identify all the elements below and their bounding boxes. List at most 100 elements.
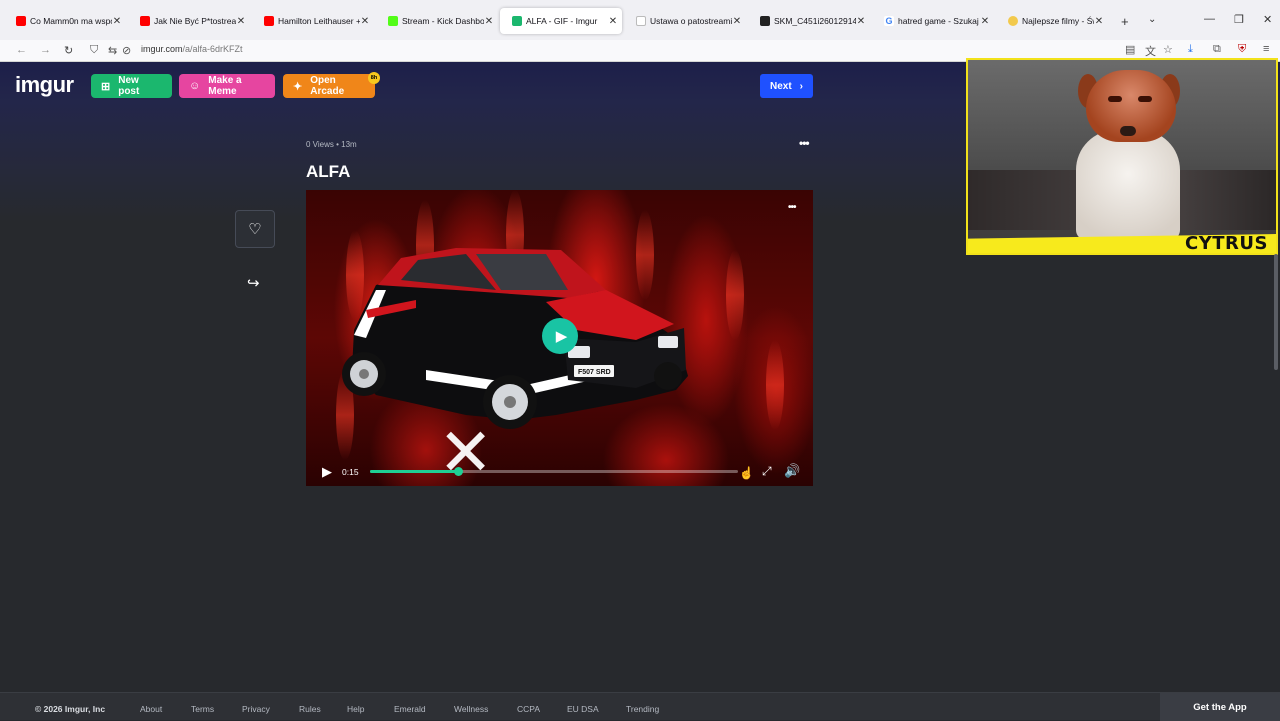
play-icon[interactable]: ▶ bbox=[322, 464, 332, 480]
close-tab-icon[interactable]: ✕ bbox=[856, 16, 866, 27]
footer-link-privacy[interactable]: Privacy bbox=[242, 704, 270, 714]
progress-handle[interactable] bbox=[454, 467, 464, 476]
next-label: Next bbox=[769, 80, 792, 92]
post-options-icon[interactable]: ••• bbox=[799, 136, 810, 150]
progress-bar[interactable] bbox=[370, 467, 738, 476]
browser-tab[interactable]: G hatred game - Szukaj w ✕ bbox=[872, 8, 994, 34]
download-icon[interactable]: ⤓ bbox=[1188, 43, 1193, 56]
tab-title: Ustawa o patostreaming bbox=[650, 16, 732, 26]
browser-tab[interactable]: Najlepsze filmy - Świat ✕ bbox=[996, 8, 1108, 34]
close-tab-icon[interactable]: ✕ bbox=[236, 16, 246, 27]
make-meme-label: Make a Meme bbox=[208, 75, 242, 97]
page-scrollbar[interactable] bbox=[1274, 254, 1278, 370]
footer-link-rules[interactable]: Rules bbox=[299, 704, 321, 714]
imgur-icon bbox=[512, 16, 522, 26]
menu-icon[interactable]: ≡ bbox=[1263, 43, 1269, 55]
close-tab-icon[interactable]: ✕ bbox=[360, 16, 370, 27]
footer-link-emerald[interactable]: Emerald bbox=[394, 704, 426, 714]
meme-face-icon: ☺ bbox=[189, 80, 201, 92]
tab-title: ALFA - GIF - Imgur bbox=[526, 16, 598, 26]
open-arcade-label: Open Arcade bbox=[310, 75, 345, 97]
kick-icon bbox=[388, 16, 398, 26]
reload-icon[interactable]: ↻ bbox=[64, 44, 73, 57]
post-title: ALFA bbox=[306, 162, 351, 181]
imgur-logo[interactable]: imgur bbox=[15, 72, 74, 98]
close-tab-icon[interactable]: ✕ bbox=[484, 16, 494, 27]
progress-fill bbox=[370, 470, 459, 473]
tab-title: Najlepsze filmy - Świat bbox=[1022, 16, 1094, 26]
next-post-button[interactable]: Next › bbox=[760, 74, 813, 98]
extensions-icon[interactable]: ⧉ bbox=[1213, 43, 1221, 56]
back-icon[interactable]: ← bbox=[16, 44, 27, 56]
chevron-right-icon: › bbox=[799, 80, 804, 92]
browser-tab-bar: Co Mamm0n ma wspólne ✕ Jak Nie Być P*tos… bbox=[0, 0, 1280, 40]
permissions-icon[interactable]: ⇆ bbox=[108, 44, 117, 57]
reader-view-icon[interactable]: ▤ bbox=[1125, 43, 1135, 56]
tab-title: SKM_C451i2601291414( bbox=[774, 16, 856, 26]
webcam-overlay: CYTRUS bbox=[966, 58, 1278, 255]
tab-title: Co Mamm0n ma wspólne bbox=[30, 16, 112, 26]
youtube-icon bbox=[264, 16, 274, 26]
tab-list-chevron-icon[interactable]: ⌄ bbox=[1148, 14, 1156, 25]
browser-tab-active[interactable]: ALFA - GIF - Imgur ✕ bbox=[500, 8, 622, 34]
footer-link-eu-dsa[interactable]: EU DSA bbox=[567, 704, 599, 714]
play-overlay-button[interactable]: ▶ bbox=[542, 318, 578, 354]
tab-title: Stream - Kick Dashboard bbox=[402, 16, 484, 26]
document-icon bbox=[636, 16, 646, 26]
footer-link-ccpa[interactable]: CCPA bbox=[517, 704, 540, 714]
svg-text:F507 SRD: F507 SRD bbox=[578, 369, 611, 376]
shield-icon[interactable]: ⛉ bbox=[90, 44, 98, 57]
footer-link-wellness[interactable]: Wellness bbox=[454, 704, 488, 714]
browser-tab[interactable]: SKM_C451i2601291414( ✕ bbox=[748, 8, 870, 34]
footer-link-about[interactable]: About bbox=[140, 704, 162, 714]
new-post-button[interactable]: ⊞ New post bbox=[91, 74, 172, 98]
minimize-icon[interactable]: — bbox=[1204, 13, 1215, 25]
close-tab-icon[interactable]: ✕ bbox=[980, 16, 990, 27]
browser-tab[interactable]: Jak Nie Być P*tostreame ✕ bbox=[128, 8, 250, 34]
volume-icon[interactable]: 🔊 bbox=[784, 463, 800, 479]
make-meme-button[interactable]: ☺ Make a Meme bbox=[179, 74, 275, 98]
no-autoplay-icon[interactable]: ⊘ bbox=[122, 44, 131, 57]
video-options-icon[interactable]: ••• bbox=[788, 202, 796, 213]
dog-image bbox=[1068, 70, 1188, 240]
translate-icon[interactable]: 文 bbox=[1145, 43, 1156, 59]
like-button[interactable]: ♡ bbox=[235, 210, 275, 248]
fullscreen-icon[interactable]: ⤢ bbox=[762, 464, 772, 479]
copyright: © 2026 Imgur, Inc bbox=[35, 704, 106, 714]
film-site-icon bbox=[1008, 16, 1018, 26]
tab-title: hatred game - Szukaj w bbox=[898, 16, 980, 26]
share-icon[interactable]: ↪ bbox=[247, 274, 260, 292]
footer-link-help[interactable]: Help bbox=[347, 704, 364, 714]
youtube-icon bbox=[16, 16, 26, 26]
close-window-icon[interactable]: ✕ bbox=[1263, 13, 1272, 26]
streamer-name: CYTRUS bbox=[1185, 233, 1268, 254]
address-bar[interactable]: imgur.com/a/alfa-6drKFZt bbox=[141, 44, 243, 54]
video-player[interactable]: F507 SRD ▶ ✕ ••• ▶ 0:15 ☝ ⤢ 🔊 bbox=[306, 190, 813, 486]
footer-link-trending[interactable]: Trending bbox=[626, 704, 659, 714]
footer: © 2026 Imgur, Inc About Terms Privacy Ru… bbox=[0, 692, 1280, 721]
arcade-badge: 8h bbox=[368, 72, 380, 84]
footer-link-terms[interactable]: Terms bbox=[191, 704, 214, 714]
browser-tab[interactable]: Co Mamm0n ma wspólne ✕ bbox=[4, 8, 126, 34]
gamepad-icon: ✦ bbox=[293, 80, 303, 93]
pdf-icon bbox=[760, 16, 770, 26]
restore-icon[interactable]: ❐ bbox=[1234, 13, 1244, 26]
hand-cursor-icon: ☝ bbox=[739, 466, 754, 480]
tab-title: Jak Nie Być P*tostreame bbox=[154, 16, 236, 26]
bookmark-star-icon[interactable]: ☆ bbox=[1163, 43, 1173, 56]
url-domain: imgur.com bbox=[141, 44, 183, 54]
close-tab-icon[interactable]: ✕ bbox=[112, 16, 122, 27]
ublock-icon[interactable]: ⛨ bbox=[1238, 43, 1246, 56]
browser-tab[interactable]: Hamilton Leithauser + R ✕ bbox=[252, 8, 374, 34]
get-the-app-button[interactable]: Get the App bbox=[1160, 693, 1280, 721]
close-tab-icon[interactable]: ✕ bbox=[608, 16, 618, 27]
close-tab-icon[interactable]: ✕ bbox=[732, 16, 742, 27]
browser-tab[interactable]: Stream - Kick Dashboard ✕ bbox=[376, 8, 498, 34]
open-arcade-button[interactable]: ✦ Open Arcade bbox=[283, 74, 375, 98]
new-tab-icon[interactable]: + bbox=[1121, 14, 1129, 29]
close-tab-icon[interactable]: ✕ bbox=[1094, 16, 1104, 27]
new-post-label: New post bbox=[118, 75, 140, 97]
forward-icon[interactable]: → bbox=[40, 44, 51, 56]
browser-tab[interactable]: Ustawa o patostreaming ✕ bbox=[624, 8, 746, 34]
plus-icon: ⊞ bbox=[101, 80, 111, 93]
